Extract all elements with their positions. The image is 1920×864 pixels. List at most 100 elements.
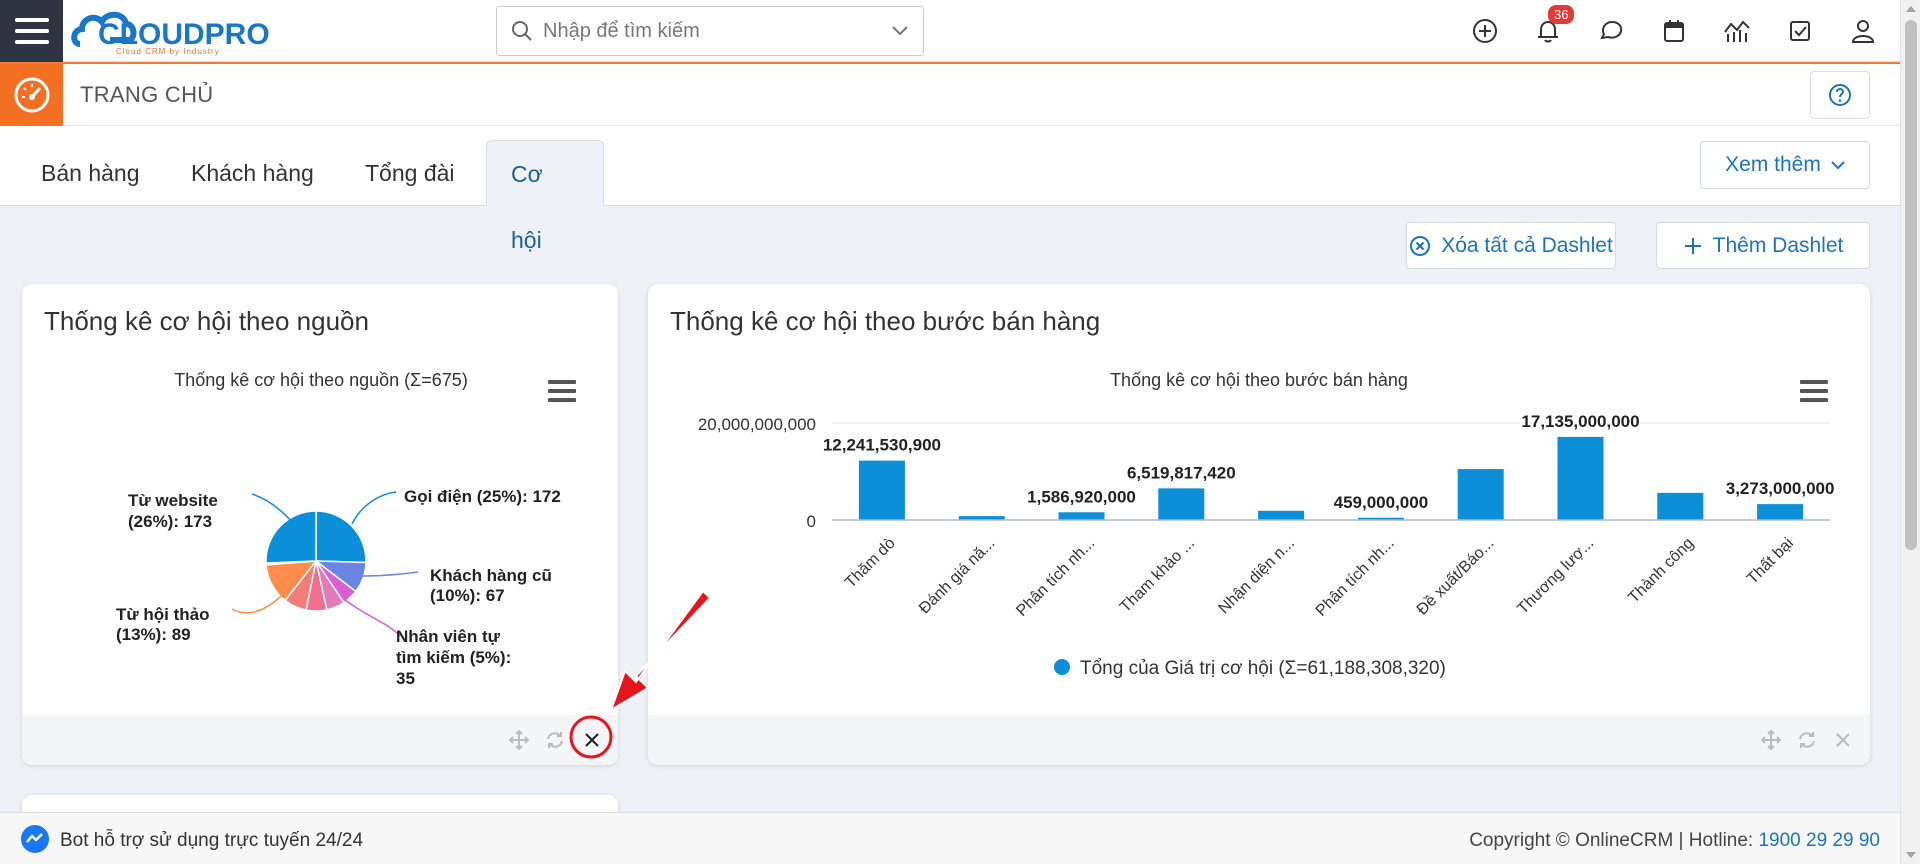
hotline-label: Hotline: <box>1688 830 1754 851</box>
pie-slice[interactable] <box>315 510 367 564</box>
chart-title: Thống kê cơ hội theo nguồn (Σ=675) <box>174 370 468 390</box>
bar[interactable] <box>1158 488 1205 520</box>
reports-button[interactable] <box>1722 16 1752 46</box>
x-category-label: Thất bại <box>1744 535 1797 588</box>
add-dashlet-button[interactable]: Thêm Dashlet <box>1656 222 1870 269</box>
search-icon <box>512 21 532 41</box>
bar[interactable] <box>1757 504 1804 520</box>
pie-label-khach-hang-cu: Khách hàng cũ (10%): 67 <box>430 566 557 605</box>
x-category-label: Tham khảo ... <box>1117 535 1198 616</box>
copyright-label: Copyright © OnlineCRM <box>1469 830 1674 851</box>
bar[interactable] <box>1657 492 1704 520</box>
notification-count-badge: 36 <box>1548 5 1575 24</box>
more-tabs-button[interactable]: Xem thêm <box>1700 141 1870 189</box>
page-title: TRANG CHỦ <box>80 82 214 107</box>
x-category-label: Thương lượ... <box>1514 535 1597 618</box>
x-category-label: Thành công <box>1625 535 1697 607</box>
question-icon <box>1829 84 1851 106</box>
bar-data-label: 12,241,530,900 <box>823 436 941 455</box>
scroll-thumb[interactable] <box>1905 20 1917 550</box>
pie-label-nhan-vien-tu-tim-kiem: Nhân viên tự tìm kiếm (5%): 35 <box>396 627 516 688</box>
bar-chart: Thống kê cơ hội theo bước bán hàng 20,00… <box>698 370 1836 679</box>
close-circle-icon <box>1410 235 1431 256</box>
search-input[interactable] <box>543 19 891 43</box>
legend-series-label[interactable]: Tổng của Giá trị cơ hội (Σ=61,188,308,32… <box>1080 658 1446 679</box>
calendar-icon <box>1664 20 1684 42</box>
pie-leader-line <box>351 491 397 525</box>
dashlet-sales-stage-stats: Thống kê cơ hội theo bước bán hàng Thống… <box>648 284 1870 765</box>
messenger-icon[interactable] <box>20 824 50 854</box>
more-tabs-label: Xem thêm <box>1725 153 1821 176</box>
search-box[interactable] <box>496 6 924 56</box>
menu-line <box>14 40 49 44</box>
bar[interactable] <box>1058 512 1105 520</box>
chevron-down-icon <box>1831 161 1845 170</box>
x-category-label: Phân tích nh... <box>1313 535 1398 620</box>
close-icon <box>1836 733 1850 747</box>
legend-marker <box>1054 659 1070 675</box>
bar[interactable] <box>858 460 905 520</box>
pie-leader-line <box>359 571 419 577</box>
speedometer-icon <box>14 77 49 113</box>
calendar-button[interactable] <box>1659 16 1689 46</box>
add-button[interactable] <box>1470 16 1500 46</box>
clear-all-dashlets-button[interactable]: Xóa tất cả Dashlet <box>1406 222 1616 269</box>
tab-ban-hang[interactable]: Bán hàng <box>17 140 163 206</box>
pie-slice[interactable] <box>265 510 317 564</box>
bar-data-label: 3,273,000,000 <box>1726 479 1835 498</box>
chat-button[interactable] <box>1596 16 1626 46</box>
dashlet-source-stats: Thống kê cơ hội theo nguồn Thống kê cơ h… <box>22 284 618 765</box>
bar[interactable] <box>1457 469 1504 520</box>
tab-tong-dai[interactable]: Tổng đài <box>341 140 479 206</box>
support-bot-link[interactable]: Bot hỗ trợ sử dụng trực tuyến 24/24 <box>60 830 363 852</box>
scroll-up-arrow[interactable] <box>1906 6 1916 12</box>
tab-khach-hang[interactable]: Khách hàng <box>167 140 338 206</box>
y-tick-label: 0 <box>807 512 816 531</box>
dashlet-footer <box>22 715 618 765</box>
help-button[interactable] <box>1810 71 1870 119</box>
bar-data-label: 1,586,920,000 <box>1027 487 1136 506</box>
scroll-down-arrow[interactable] <box>1906 852 1916 858</box>
chat-icon <box>1600 20 1623 40</box>
report-chart-icon <box>1724 20 1750 42</box>
bar[interactable] <box>1557 436 1604 520</box>
move-icon <box>1760 729 1782 751</box>
plus-icon <box>1684 237 1701 254</box>
pie-chart: Thống kê cơ hội theo nguồn (Σ=675) Gọi đ… <box>116 370 561 688</box>
dashlet-footer <box>648 715 1870 765</box>
page-header: TRANG CHỦ <box>0 62 1900 126</box>
refresh-icon <box>547 732 563 748</box>
top-bar: CLOUDPRO Cloud CRM by Industry 36 <box>0 0 1920 62</box>
close-dashlet-button[interactable] <box>579 727 605 753</box>
close-dashlet-button[interactable] <box>1830 727 1856 753</box>
tab-co-hoi[interactable]: Cơ hội <box>486 140 604 253</box>
chevron-down-icon[interactable] <box>891 25 909 37</box>
user-profile-button[interactable] <box>1848 16 1878 46</box>
x-category-label: Đề xuất/Báo... <box>1414 535 1498 619</box>
cloudpro-logo[interactable]: CLOUDPRO Cloud CRM by Industry <box>70 4 302 58</box>
tasks-button[interactable] <box>1785 16 1815 46</box>
hotline-number[interactable]: 1900 29 29 90 <box>1758 830 1880 851</box>
x-category-label: Phân tích nh... <box>1013 535 1098 620</box>
bar[interactable] <box>1258 510 1305 520</box>
move-dashlet-button[interactable] <box>506 727 532 753</box>
page-scrollbar[interactable] <box>1900 0 1920 864</box>
task-check-icon <box>1790 21 1810 41</box>
refresh-dashlet-button[interactable] <box>542 727 568 753</box>
move-icon <box>508 729 530 751</box>
hamburger-menu-button[interactable] <box>0 0 63 62</box>
pie-label-tu-hoi-thao: Từ hội thảo (13%): 89 <box>116 605 214 644</box>
add-dashlet-label: Thêm Dashlet <box>1712 233 1844 257</box>
menu-line <box>14 18 49 22</box>
refresh-icon <box>1799 732 1815 748</box>
dashboard-tabs: Bán hàng Khách hàng Tổng đài Cơ hội Xem … <box>0 126 1900 253</box>
user-icon <box>1851 20 1875 43</box>
bottom-bar: Bot hỗ trợ sử dụng trực tuyến 24/24 Copy… <box>0 812 1900 864</box>
home-dashboard-button[interactable] <box>0 64 63 126</box>
refresh-dashlet-button[interactable] <box>1794 727 1820 753</box>
bar-data-label: 6,519,817,420 <box>1127 463 1236 482</box>
pie-label-goi-dien: Gọi điện (25%): 172 <box>404 487 561 506</box>
move-dashlet-button[interactable] <box>1758 727 1784 753</box>
plus-circle-icon <box>1473 19 1497 43</box>
y-tick-label: 20,000,000,000 <box>698 415 816 434</box>
